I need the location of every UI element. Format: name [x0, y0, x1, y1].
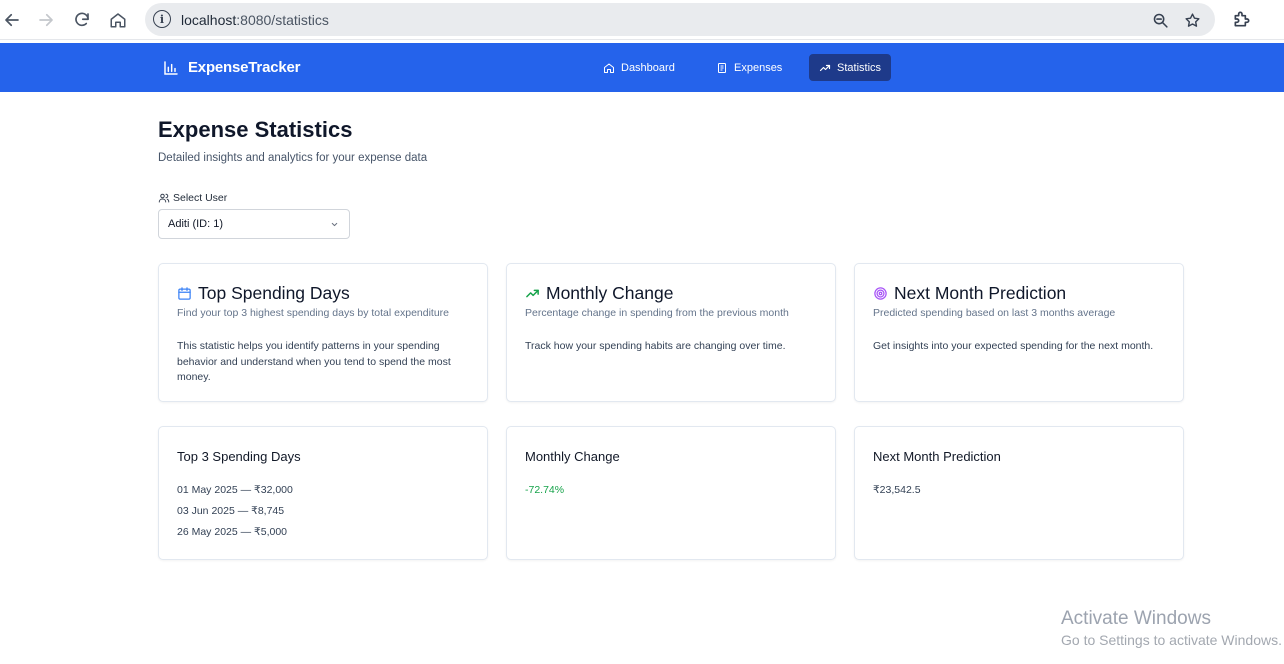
- activation-watermark-subtitle: Go to Settings to activate Windows.: [1061, 632, 1282, 648]
- card-title: Next Month Prediction: [873, 283, 1066, 304]
- browser-toolbar: i localhost:8080/statistics: [0, 0, 1284, 40]
- forward-icon[interactable]: [34, 8, 58, 32]
- nav-statistics[interactable]: Statistics: [809, 54, 892, 81]
- card-title-text: Next Month Prediction: [894, 283, 1067, 303]
- nav-expenses[interactable]: Expenses: [706, 54, 792, 81]
- brand-name: ExpenseTracker: [188, 59, 301, 76]
- zoom-icon[interactable]: [1150, 10, 1170, 30]
- monthly-change-value: -72.74%: [525, 484, 565, 496]
- url-path: :8080/statistics: [236, 12, 329, 28]
- nav-expenses-label: Expenses: [734, 61, 783, 74]
- page-title: Expense Statistics: [158, 117, 353, 142]
- home-icon[interactable]: [106, 8, 130, 32]
- home-icon: [604, 63, 614, 73]
- card-description: Predicted spending based on last 3 month…: [873, 307, 1116, 319]
- list-item: 26 May 2025 — ₹5,000: [177, 526, 287, 538]
- back-icon[interactable]: [0, 8, 24, 32]
- reload-icon[interactable]: [70, 8, 94, 32]
- info-card-monthly-change: Monthly Change Percentage change in spen…: [506, 263, 836, 402]
- app-navbar: ExpenseTracker Dashboard Expenses Statis…: [0, 43, 1284, 92]
- card-title: Monthly Change: [525, 283, 673, 304]
- receipt-icon: [718, 62, 726, 73]
- bar-chart-icon: [164, 60, 178, 75]
- target-icon: [874, 287, 887, 300]
- calendar-icon: [178, 287, 191, 300]
- result-card-top-spending-days: Top 3 Spending Days 01 May 2025 — ₹32,00…: [158, 426, 488, 560]
- result-title: Monthly Change: [525, 449, 620, 464]
- top-days-list: 01 May 2025 — ₹32,000 03 Jun 2025 — ₹8,7…: [177, 484, 293, 547]
- card-body: Track how your spending habits are chang…: [525, 340, 786, 352]
- card-description: Percentage change in spending from the p…: [525, 307, 789, 319]
- select-user-label: Select User: [158, 192, 227, 204]
- card-title-text: Monthly Change: [546, 283, 674, 303]
- select-user-label-text: Select User: [173, 192, 228, 204]
- card-title: Top Spending Days: [177, 283, 350, 304]
- card-title-text: Top Spending Days: [198, 283, 350, 303]
- info-card-top-spending-days: Top Spending Days Find your top 3 highes…: [158, 263, 488, 402]
- card-description: Find your top 3 highest spending days by…: [177, 307, 450, 319]
- result-title: Top 3 Spending Days: [177, 449, 301, 464]
- bookmark-star-icon[interactable]: [1182, 10, 1202, 30]
- list-item: 03 Jun 2025 — ₹8,745: [177, 505, 285, 517]
- user-select-value: Aditi (ID: 1): [168, 218, 224, 230]
- address-bar[interactable]: i localhost:8080/statistics: [145, 3, 1215, 36]
- page-subtitle: Detailed insights and analytics for your…: [158, 152, 428, 164]
- activation-watermark-title: Activate Windows: [1061, 608, 1211, 629]
- nav-dashboard-label: Dashboard: [621, 61, 675, 74]
- url-host: localhost: [181, 12, 237, 28]
- trending-up-icon: [819, 64, 831, 71]
- brand[interactable]: ExpenseTracker: [163, 59, 300, 76]
- info-card-next-month-prediction: Next Month Prediction Predicted spending…: [854, 263, 1184, 402]
- card-body: This statistic helps you identify patter…: [177, 340, 451, 383]
- nav-statistics-label: Statistics: [837, 61, 882, 74]
- nav-dashboard[interactable]: Dashboard: [593, 54, 685, 81]
- site-info-icon[interactable]: i: [153, 10, 171, 28]
- trending-up-icon: [526, 289, 539, 298]
- users-icon: [158, 193, 170, 203]
- user-select[interactable]: Aditi (ID: 1): [158, 209, 350, 239]
- result-card-prediction: Next Month Prediction ₹23,542.5: [854, 426, 1184, 560]
- list-item: 01 May 2025 — ₹32,000: [177, 484, 293, 496]
- card-body: Get insights into your expected spending…: [873, 340, 1154, 352]
- chevron-down-icon: [331, 222, 338, 227]
- result-title: Next Month Prediction: [873, 449, 1001, 464]
- url-text[interactable]: localhost:8080/statistics: [181, 12, 329, 28]
- result-card-monthly-change: Monthly Change -72.74%: [506, 426, 836, 560]
- extensions-icon[interactable]: [1232, 9, 1254, 31]
- prediction-value: ₹23,542.5: [873, 484, 921, 496]
